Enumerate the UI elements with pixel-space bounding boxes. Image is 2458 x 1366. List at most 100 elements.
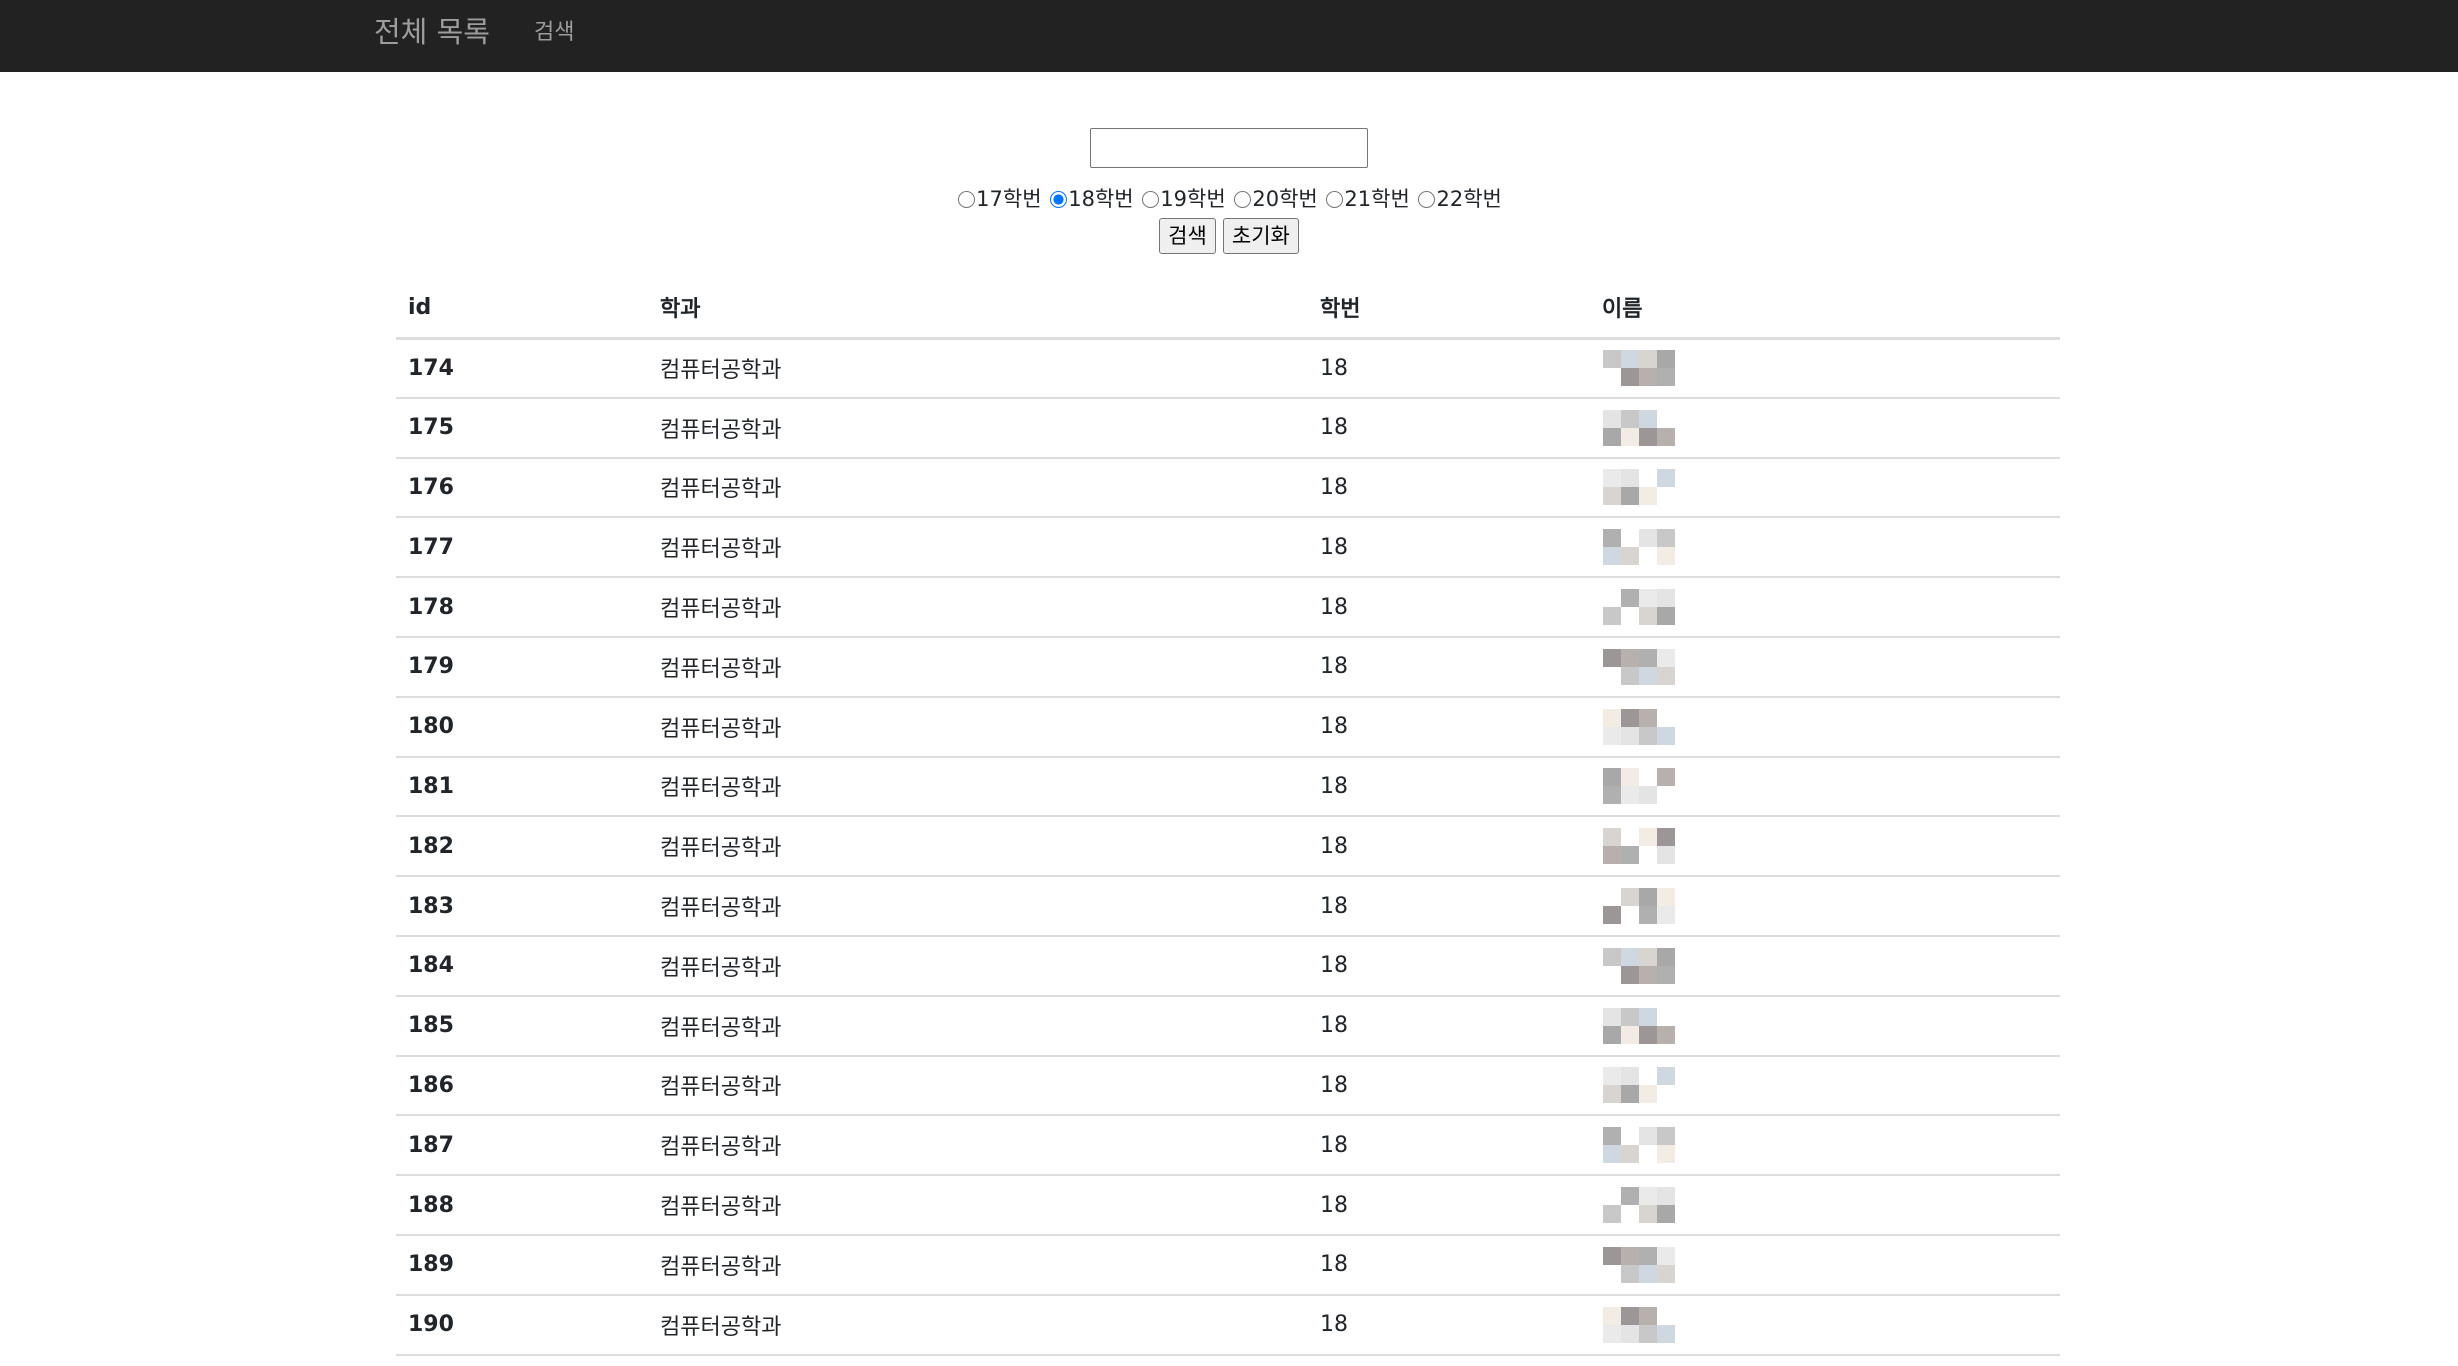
mosaic-tile (1621, 1324, 1639, 1343)
mosaic-tile (1603, 906, 1621, 925)
table-row[interactable]: 183 컴퓨터공학과 18 (396, 876, 2060, 937)
table-row[interactable]: 188 컴퓨터공학과 18 (396, 1175, 2060, 1236)
radio-label-18: 18학번 (1068, 187, 1134, 211)
radio-18[interactable] (1050, 191, 1068, 208)
table-row[interactable]: 190 컴퓨터공학과 18 (396, 1294, 2060, 1356)
table-row[interactable]: 184 컴퓨터공학과 18 (396, 935, 2060, 997)
mosaic-tile (1639, 1264, 1657, 1283)
cell-dept: 컴퓨터공학과 (648, 1294, 1308, 1356)
radio-20[interactable] (1234, 191, 1252, 208)
mosaic-tile (1603, 1127, 1621, 1146)
mosaic-tile (1657, 666, 1675, 685)
mosaic-tile (1639, 786, 1657, 805)
mosaic-tile (1639, 726, 1657, 745)
table-row[interactable]: 175 컴퓨터공학과 18 (396, 397, 2060, 459)
mosaic-tile (1603, 469, 1621, 488)
table-row[interactable]: 181 컴퓨터공학과 18 (396, 756, 2060, 818)
mosaic-tile (1621, 768, 1639, 787)
cell-name (1590, 1115, 2060, 1177)
mosaic-tile (1657, 469, 1675, 488)
mosaic-tile (1657, 1205, 1675, 1224)
mosaic-tile (1657, 1127, 1675, 1146)
mosaic-tile (1657, 1085, 1675, 1104)
mosaic-tile (1657, 768, 1675, 787)
mosaic-tile (1639, 708, 1657, 727)
mosaic-tile (1621, 1127, 1639, 1146)
reset-button[interactable]: 초기화 (1222, 218, 1299, 254)
mosaic-tile (1603, 1306, 1621, 1325)
table-row[interactable]: 189 컴퓨터공학과 18 (396, 1234, 2060, 1296)
cell-id: 178 (396, 577, 648, 638)
mosaic-tile (1603, 1067, 1621, 1086)
mosaic-tile (1621, 828, 1639, 847)
cell-dept: 컴퓨터공학과 (648, 577, 1308, 638)
mosaic-tile (1657, 965, 1675, 984)
table-row[interactable]: 178 컴퓨터공학과 18 (396, 577, 2060, 638)
top-navbar: 전체 목록 검색 (0, 0, 2458, 72)
table-row[interactable]: 174 컴퓨터공학과 18 (396, 338, 2060, 399)
cell-dept: 컴퓨터공학과 (648, 756, 1308, 818)
cell-year: 18 (1308, 756, 1590, 818)
mosaic-tile (1603, 786, 1621, 805)
nav-link-search[interactable]: 검색 (534, 18, 574, 48)
cell-year: 18 (1308, 1294, 1590, 1356)
mosaic-tile (1603, 828, 1621, 847)
radio-21[interactable] (1326, 191, 1344, 208)
mosaic-tile (1657, 547, 1675, 566)
cell-id: 184 (396, 935, 648, 997)
mosaic-tile (1639, 846, 1657, 865)
mosaic-tile (1603, 726, 1621, 745)
header-name: 이름 (1590, 278, 2060, 340)
radio-22[interactable] (1418, 191, 1436, 208)
cell-year: 18 (1308, 636, 1590, 698)
table-row[interactable]: 185 컴퓨터공학과 18 (396, 995, 2060, 1057)
mosaic-tile (1657, 1306, 1675, 1325)
table-row[interactable]: 187 컴퓨터공학과 18 (396, 1115, 2060, 1177)
cell-year: 18 (1308, 397, 1590, 459)
radio-option-22[interactable]: 22학번 (1416, 184, 1502, 214)
cell-dept: 컴퓨터공학과 (648, 995, 1308, 1057)
cell-dept: 컴퓨터공학과 (648, 935, 1308, 997)
table-row[interactable]: 179 컴퓨터공학과 18 (396, 636, 2060, 698)
search-button[interactable]: 검색 (1159, 218, 1216, 254)
cell-name (1590, 1175, 2060, 1236)
radio-option-21[interactable]: 21학번 (1324, 184, 1410, 214)
search-input[interactable] (1090, 128, 1368, 168)
mosaic-tile (1639, 469, 1657, 488)
search-form: 17학번 18학번 19학번 20학번 21학번 22학번 검색 초기화 (0, 128, 2458, 254)
mosaic-tile (1621, 607, 1639, 626)
radio-option-18[interactable]: 18학번 (1048, 184, 1134, 214)
table-row[interactable]: 186 컴퓨터공학과 18 (396, 1055, 2060, 1117)
radio-option-19[interactable]: 19학번 (1140, 184, 1226, 214)
cell-name (1590, 816, 2060, 878)
mosaic-tile (1639, 1085, 1657, 1104)
cell-dept: 컴퓨터공학과 (648, 1175, 1308, 1236)
mosaic-tile (1621, 726, 1639, 745)
brand-link[interactable]: 전체 목록 (374, 12, 490, 52)
mosaic-tile (1621, 947, 1639, 966)
mosaic-tile (1639, 1145, 1657, 1164)
cell-name (1590, 457, 2060, 519)
radio-option-17[interactable]: 17학번 (956, 184, 1042, 214)
mosaic-tile (1603, 547, 1621, 566)
cell-name (1590, 696, 2060, 758)
mosaic-tile (1657, 906, 1675, 925)
mosaic-tile (1639, 1067, 1657, 1086)
cell-dept: 컴퓨터공학과 (648, 1055, 1308, 1117)
radio-17[interactable] (958, 191, 976, 208)
mosaic-tile (1639, 888, 1657, 907)
table-row[interactable]: 176 컴퓨터공학과 18 (396, 457, 2060, 519)
table-row[interactable]: 182 컴퓨터공학과 18 (396, 816, 2060, 878)
mosaic-tile (1621, 648, 1639, 667)
mosaic-tile (1657, 828, 1675, 847)
mosaic-tile (1639, 1187, 1657, 1206)
cell-id: 187 (396, 1115, 648, 1177)
cell-id: 188 (396, 1175, 648, 1236)
radio-19[interactable] (1142, 191, 1160, 208)
table-row[interactable]: 180 컴퓨터공학과 18 (396, 696, 2060, 758)
redacted-name-mosaic (1603, 708, 1675, 745)
cell-id: 180 (396, 696, 648, 758)
table-row[interactable]: 177 컴퓨터공학과 18 (396, 517, 2060, 579)
mosaic-tile (1603, 965, 1621, 984)
radio-option-20[interactable]: 20학번 (1232, 184, 1318, 214)
